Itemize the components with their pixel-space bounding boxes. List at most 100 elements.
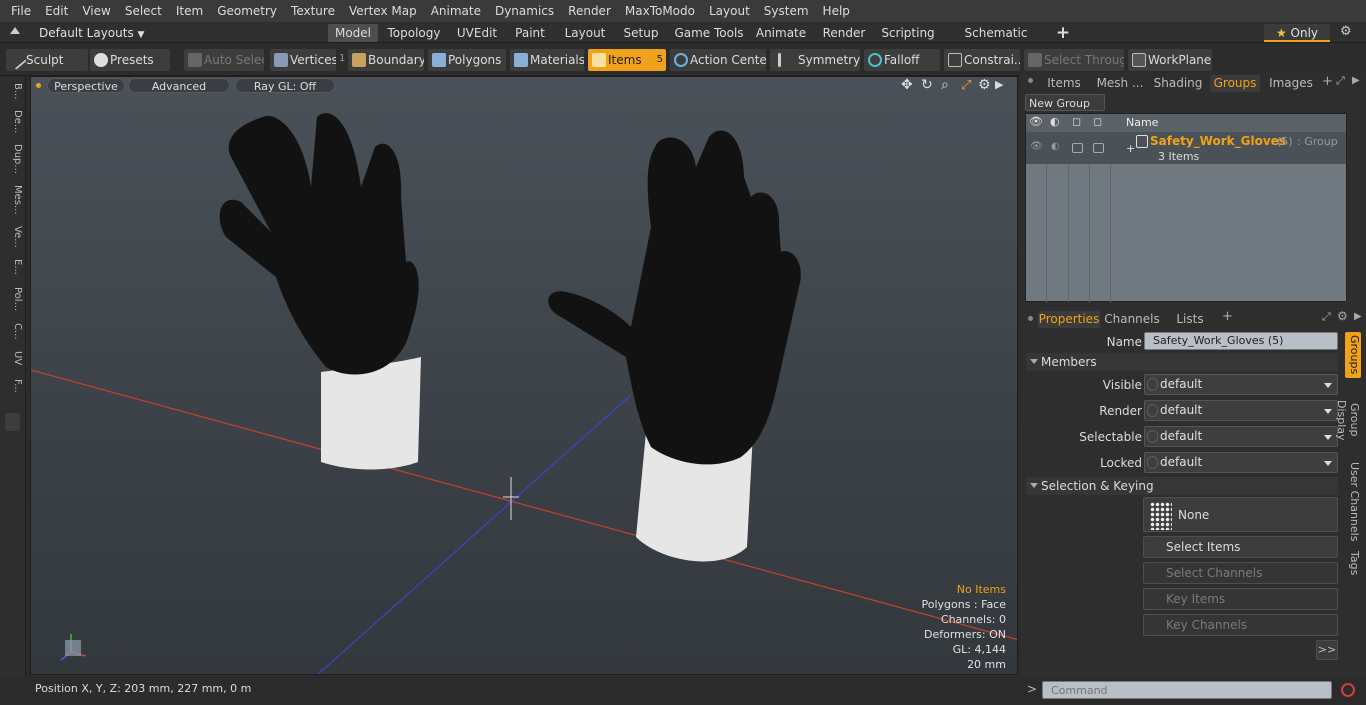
constraints-button[interactable]: Constrai... bbox=[944, 49, 1020, 71]
left-tab-duplicate[interactable]: Dup... bbox=[3, 141, 23, 177]
left-tab-fusion[interactable]: F... bbox=[3, 373, 23, 399]
left-tab-polygon[interactable]: Pol... bbox=[3, 283, 23, 315]
locked-dropdown[interactable]: default bbox=[1144, 452, 1338, 473]
menu-render[interactable]: Render bbox=[561, 4, 618, 18]
new-group-button[interactable]: New Group bbox=[1025, 94, 1105, 111]
materials-button[interactable]: Materials bbox=[510, 49, 584, 71]
layout-selector[interactable]: Default Layouts ▼ bbox=[39, 24, 144, 42]
falloff-button[interactable]: Falloff bbox=[864, 49, 940, 71]
menu-texture[interactable]: Texture bbox=[284, 4, 342, 18]
side-tab-groups[interactable]: Groups bbox=[1345, 332, 1361, 378]
select-items-button[interactable]: Select Items bbox=[1143, 536, 1338, 558]
locked-toggle[interactable] bbox=[1147, 456, 1158, 469]
tab-model[interactable]: Model bbox=[328, 24, 378, 42]
properties-menu-icon[interactable]: ▶ bbox=[1354, 311, 1362, 322]
selection-keying-section-header[interactable]: Selection & Keying bbox=[1026, 477, 1338, 495]
lock-column-icon[interactable]: ◻ bbox=[1072, 115, 1081, 128]
selection-preset-button[interactable]: None bbox=[1143, 497, 1338, 532]
groups-panel-dot[interactable] bbox=[1028, 78, 1033, 83]
workplane-button[interactable]: WorkPlane bbox=[1128, 49, 1212, 71]
side-tab-user-channels[interactable]: User Channels bbox=[1345, 462, 1361, 542]
tab-setup[interactable]: Setup bbox=[617, 24, 665, 42]
left-tab-vertex[interactable]: Ve... bbox=[3, 223, 23, 251]
menu-item[interactable]: Item bbox=[169, 4, 210, 18]
left-tab-mesh-edit[interactable]: Mes... bbox=[3, 181, 23, 219]
tab-uvedit[interactable]: UVEdit bbox=[452, 24, 502, 42]
key-items-button[interactable]: Key Items bbox=[1143, 588, 1338, 610]
gear-icon[interactable]: ⚙ bbox=[1340, 24, 1352, 39]
side-tab-group-display[interactable]: Group Display bbox=[1335, 382, 1361, 458]
select-column-icon[interactable]: ◻ bbox=[1093, 115, 1102, 128]
tab-mesh[interactable]: Mesh ... bbox=[1094, 75, 1146, 92]
members-section-header[interactable]: Members bbox=[1026, 353, 1338, 371]
tab-layout[interactable]: Layout bbox=[560, 24, 610, 42]
add-properties-tab-icon[interactable]: + bbox=[1222, 309, 1233, 324]
tab-lists[interactable]: Lists bbox=[1166, 311, 1214, 328]
visible-toggle[interactable] bbox=[1147, 378, 1158, 391]
more-button[interactable]: >> bbox=[1316, 640, 1338, 660]
menu-animate[interactable]: Animate bbox=[424, 4, 488, 18]
3d-viewport[interactable]: Perspective Advanced Ray GL: Off ✥ ↻ ⌕ ⤢… bbox=[30, 76, 1018, 675]
menu-maxtomodo[interactable]: MaxToModo bbox=[618, 4, 702, 18]
menu-edit[interactable]: Edit bbox=[38, 4, 75, 18]
visible-dropdown[interactable]: default bbox=[1144, 374, 1338, 395]
symmetry-button[interactable]: Symmetry bbox=[770, 49, 860, 71]
add-tab-icon[interactable]: + bbox=[1322, 74, 1333, 89]
sculpt-button[interactable]: Sculpt bbox=[6, 49, 88, 71]
panel-menu-icon[interactable]: ▶ bbox=[1352, 75, 1360, 86]
add-layout-button[interactable]: + bbox=[1054, 24, 1072, 42]
tab-game-tools[interactable]: Game Tools bbox=[673, 24, 745, 42]
menu-geometry[interactable]: Geometry bbox=[210, 4, 284, 18]
tab-shading[interactable]: Shading bbox=[1150, 75, 1206, 92]
polygons-button[interactable]: Polygons bbox=[428, 49, 506, 71]
selectable-dropdown[interactable]: default bbox=[1144, 426, 1338, 447]
layout-toggle-icon[interactable] bbox=[10, 27, 20, 34]
items-button[interactable]: Items 5 bbox=[588, 49, 666, 71]
render-toggle[interactable] bbox=[1147, 404, 1158, 417]
tab-animate[interactable]: Animate bbox=[752, 24, 810, 42]
key-channels-button[interactable]: Key Channels bbox=[1143, 614, 1338, 636]
tab-items[interactable]: Items bbox=[1038, 75, 1090, 92]
tab-topology[interactable]: Topology bbox=[383, 24, 445, 42]
tab-groups[interactable]: Groups bbox=[1210, 75, 1260, 92]
menu-layout[interactable]: Layout bbox=[702, 4, 757, 18]
menu-help[interactable]: Help bbox=[816, 4, 857, 18]
record-icon[interactable] bbox=[1341, 683, 1355, 697]
name-field[interactable]: Safety_Work_Gloves (5) bbox=[1144, 332, 1338, 350]
auto-select-button[interactable]: Auto Select bbox=[184, 49, 264, 71]
side-tab-tags[interactable]: Tags bbox=[1345, 546, 1361, 580]
only-button[interactable]: ★ Only bbox=[1264, 24, 1330, 42]
expand-panel-icon[interactable]: ⤢ bbox=[1336, 74, 1345, 88]
left-tab-edge[interactable]: E... bbox=[3, 255, 23, 279]
menu-system[interactable]: System bbox=[757, 4, 816, 18]
menu-dynamics[interactable]: Dynamics bbox=[488, 4, 561, 18]
menu-view[interactable]: View bbox=[75, 4, 117, 18]
visibility-column-icon[interactable]: 👁 bbox=[1029, 115, 1043, 128]
tab-schematic-fusion[interactable]: Schematic Fusion bbox=[947, 24, 1045, 58]
render-toggle-icon[interactable]: ◐ bbox=[1051, 141, 1060, 152]
strip-toggle-button[interactable] bbox=[5, 413, 20, 431]
visibility-toggle-icon[interactable]: 👁 bbox=[1030, 141, 1043, 152]
select-toggle-icon[interactable] bbox=[1093, 143, 1104, 153]
presets-button[interactable]: Presets bbox=[90, 49, 170, 71]
action-center-button[interactable]: Action Center bbox=[670, 49, 766, 71]
tab-paint[interactable]: Paint bbox=[508, 24, 552, 42]
select-channels-button[interactable]: Select Channels bbox=[1143, 562, 1338, 584]
command-input[interactable] bbox=[1042, 681, 1332, 699]
boundary-button[interactable]: Boundary bbox=[348, 49, 424, 71]
render-dropdown[interactable]: default bbox=[1144, 400, 1338, 421]
menu-select[interactable]: Select bbox=[118, 4, 169, 18]
selectable-toggle[interactable] bbox=[1147, 430, 1158, 443]
expand-group-icon[interactable]: + bbox=[1126, 142, 1135, 155]
left-tab-curve[interactable]: C... bbox=[3, 319, 23, 343]
tab-render[interactable]: Render bbox=[818, 24, 870, 42]
tab-properties[interactable]: Properties bbox=[1038, 311, 1100, 328]
render-column-icon[interactable]: ◐ bbox=[1050, 115, 1060, 128]
menu-file[interactable]: File bbox=[4, 4, 38, 18]
select-through-button[interactable]: Select Through bbox=[1024, 49, 1124, 71]
left-tab-deform[interactable]: De... bbox=[3, 107, 23, 137]
lock-toggle-icon[interactable] bbox=[1072, 143, 1083, 153]
left-tab-uv[interactable]: UV bbox=[3, 347, 23, 369]
tab-channels[interactable]: Channels bbox=[1104, 311, 1160, 328]
group-row[interactable]: 👁 ◐ + Safety_Work_Gloves (5) : Group 3 I… bbox=[1026, 132, 1346, 164]
